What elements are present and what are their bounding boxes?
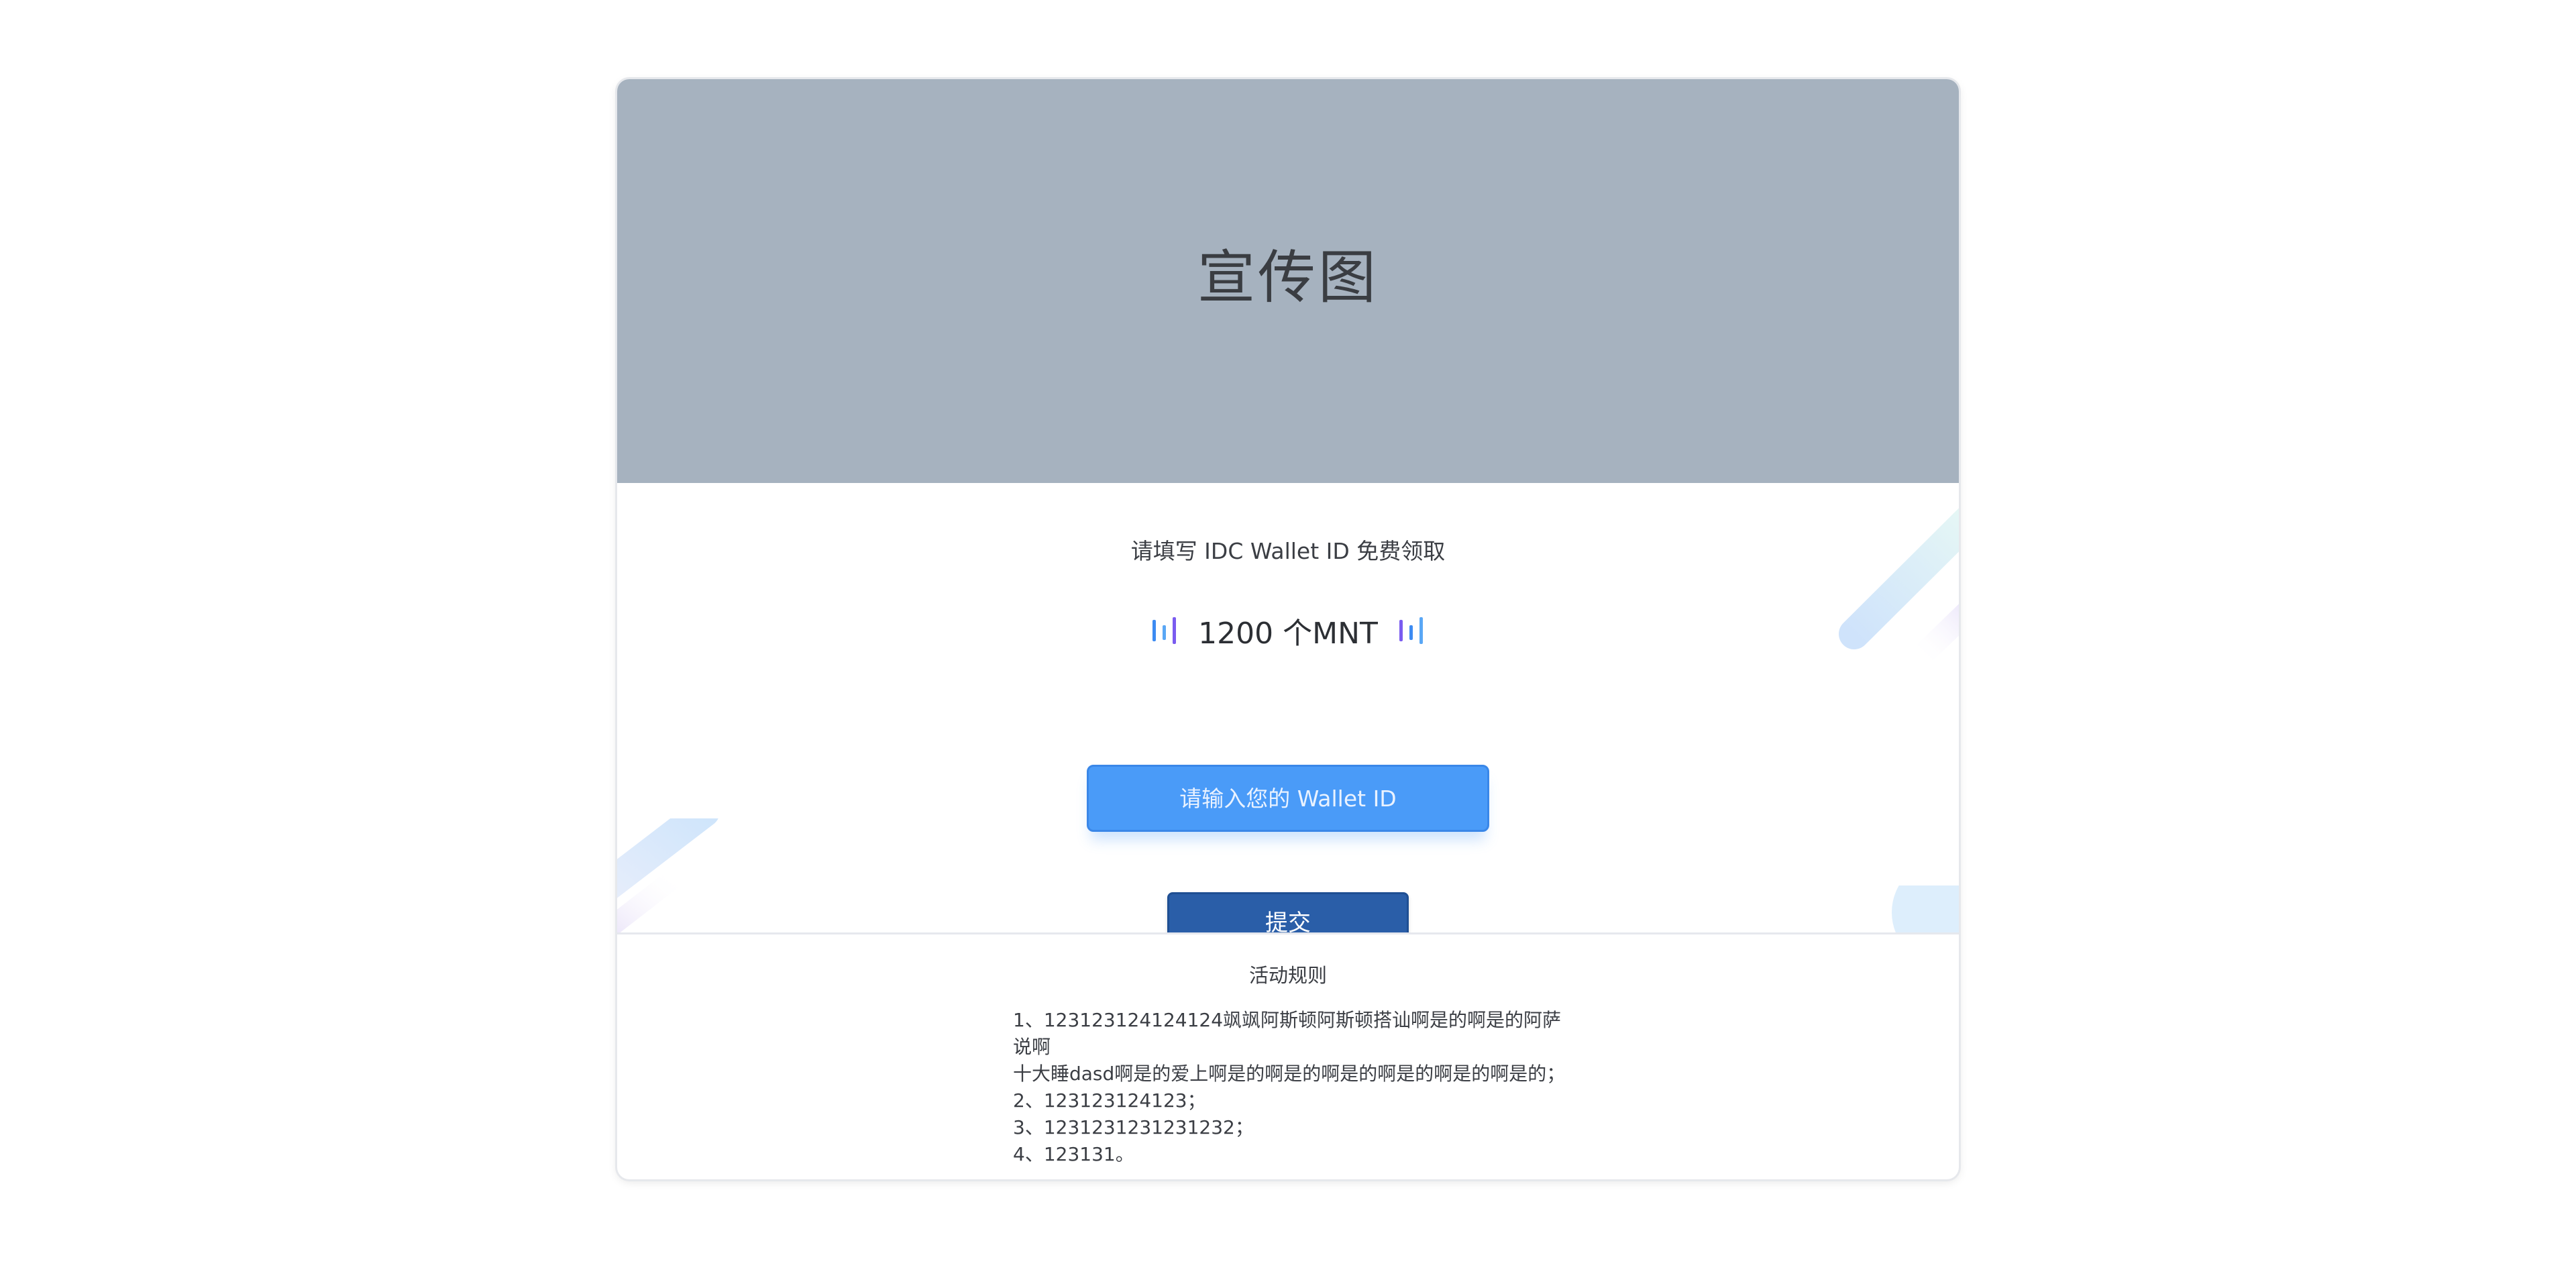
rules-title: 活动规则 xyxy=(1248,964,1327,987)
claim-subtitle: 请填写 IDC Wallet ID 免费领取 xyxy=(1130,538,1446,564)
rule-item: 4、123131。 xyxy=(1013,1143,1134,1165)
rule-item: 十大睡dasd啊是的爱上啊是的啊是的啊是的啊是的啊是的啊是的； xyxy=(1013,1063,1566,1085)
rule-item: 1、123123124124124飒飒阿斯顿阿斯顿搭讪啊是的啊是的阿萨说啊 xyxy=(1013,1009,1562,1058)
submit-button[interactable]: 提交 xyxy=(1167,892,1409,932)
reward-amount: 1200 个MNT xyxy=(1198,616,1378,651)
rules-list: 1、123123124124124飒飒阿斯顿阿斯顿搭讪啊是的啊是的阿萨说啊 十大… xyxy=(1013,1007,1576,1168)
rule-item: 3、1231231231231232； xyxy=(1013,1116,1254,1138)
banner-title: 宣传图 xyxy=(1197,244,1379,311)
rules-section: 活动规则 1、123123124124124飒飒阿斯顿阿斯顿搭讪啊是的啊是的阿萨… xyxy=(617,934,1959,1179)
bars-icon xyxy=(1399,617,1423,644)
decoration-stripes-left-icon xyxy=(617,818,718,932)
rule-item: 2、123123124123； xyxy=(1013,1089,1206,1112)
claim-card: 宣传图 请填写 IDC Wallet ID 免费领取 1200 个MNT 请输入… xyxy=(617,79,1959,1179)
wallet-id-input[interactable] xyxy=(1087,765,1489,832)
promo-banner: 宣传图 xyxy=(617,79,1959,483)
bars-icon xyxy=(1152,617,1177,644)
decoration-circle-icon xyxy=(1892,885,1959,932)
claim-section: 请填写 IDC Wallet ID 免费领取 1200 个MNT 提交 xyxy=(617,483,1959,932)
amount-row: 1200 个MNT xyxy=(617,604,1959,657)
